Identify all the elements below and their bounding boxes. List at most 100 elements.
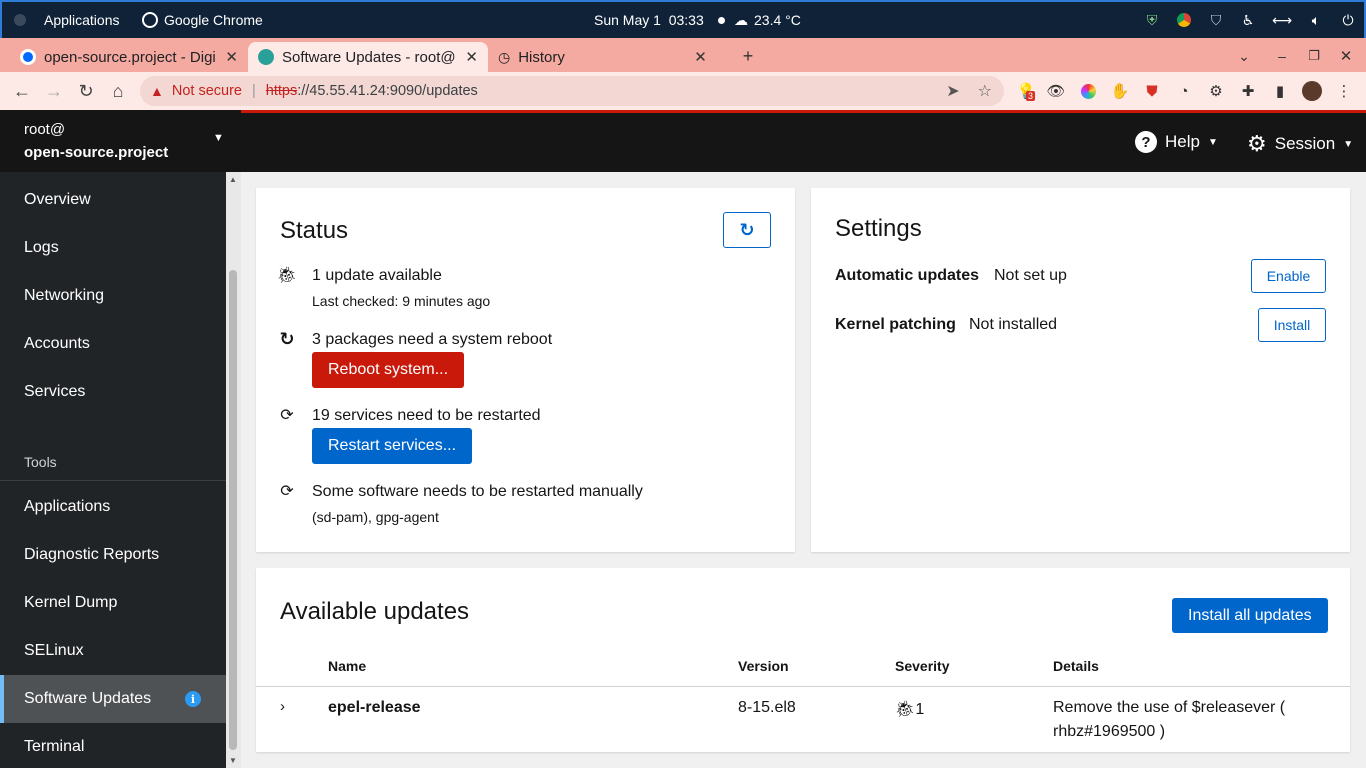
home-icon[interactable]: ⌂ [106, 79, 130, 103]
tab-software-updates[interactable]: Software Updates - root@ ✕ [248, 42, 488, 72]
install-button[interactable]: Install [1258, 308, 1326, 342]
chrome-tray-icon[interactable] [1176, 12, 1192, 28]
eye-extension-icon[interactable]: 👁 [1046, 81, 1066, 101]
maximize-icon[interactable]: ❐ [1304, 42, 1324, 70]
nav-divider [0, 480, 226, 481]
caret-down-icon: ▼ [1343, 138, 1354, 150]
host-name: open-source.project [24, 144, 169, 161]
network-icon[interactable]: ⟷ [1272, 12, 1292, 28]
settings-gear-extension-icon[interactable]: ⚙ [1206, 81, 1226, 101]
shield-icon[interactable]: ⛨ [1144, 12, 1160, 28]
new-tab-button[interactable]: + [736, 42, 760, 70]
cockpit-masthead: ? Help ▼ ⚙ Session ▼ [241, 113, 1366, 172]
kebab-menu-icon[interactable]: ⋮ [1334, 81, 1354, 101]
nav-item-overview[interactable]: Overview [0, 176, 226, 224]
manual-restart-text: Some software needs to be restarted manu… [312, 483, 643, 500]
bitwarden-icon[interactable]: ⛉ [1208, 12, 1224, 28]
settings-card: Settings Automatic updates Not set up En… [811, 188, 1350, 552]
tab-history[interactable]: ◷ History ✕ [488, 42, 726, 72]
package-severity: 🐞︎1 [895, 699, 924, 719]
scroll-up-arrow-icon[interactable]: ▲ [229, 175, 237, 184]
refresh-button[interactable]: ↻ [723, 212, 771, 248]
gear-icon: ⚙ [1247, 131, 1267, 156]
column-header-name[interactable]: Name [328, 658, 366, 674]
notification-dot-icon [717, 16, 725, 24]
severity-count: 1 [915, 701, 925, 718]
bug-icon: 🐞︎ [895, 701, 916, 718]
column-header-version[interactable]: Version [738, 658, 789, 674]
tab-search-chevron-icon[interactable]: ⌄ [1234, 42, 1254, 70]
package-name: epel-release [328, 699, 421, 716]
scrollbar-thumb[interactable] [229, 270, 237, 750]
reboot-system-button[interactable]: Reboot system... [312, 352, 465, 388]
address-bar[interactable]: ▲ Not secure | https://45.55.41.24:9090/… [140, 76, 1004, 106]
focused-app-indicator[interactable]: Google Chrome [142, 2, 263, 38]
nav-item-logs[interactable]: Logs [0, 224, 226, 272]
close-icon[interactable]: ✕ [465, 48, 478, 66]
extension-bulb-icon[interactable]: 💡3 [1016, 81, 1036, 101]
tab-open-source-project[interactable]: open-source.project - Digi ✕ [10, 42, 248, 72]
session-menu[interactable]: ⚙ Session ▼ [1247, 131, 1353, 157]
nav-item-services[interactable]: Services [0, 368, 226, 416]
nav-item-networking[interactable]: Networking [0, 272, 226, 320]
system-tray: ⛨ ⛉ ♿ ⟷ 🔈︎ ⏻ [1144, 2, 1356, 38]
nav-item-kernel-dump[interactable]: Kernel Dump [0, 579, 226, 627]
back-arrow-icon[interactable]: ← [10, 79, 34, 103]
help-menu[interactable]: ? Help ▼ [1135, 131, 1218, 153]
caret-down-icon: ▼ [1207, 136, 1218, 148]
restart-services-button[interactable]: Restart services... [312, 428, 473, 464]
puzzle-extensions-icon[interactable]: ✚ [1238, 81, 1258, 101]
column-header-severity[interactable]: Severity [895, 658, 949, 674]
tab-title: open-source.project - Digi [44, 48, 216, 66]
session-label: Session [1274, 134, 1336, 153]
accessibility-icon[interactable]: ♿ [1240, 12, 1256, 28]
color-picker-icon[interactable] [1078, 81, 1098, 101]
column-header-details[interactable]: Details [1053, 658, 1099, 674]
minimize-icon[interactable]: – [1272, 42, 1292, 70]
update-count-text: 1 update available [312, 267, 442, 284]
help-label: Help [1165, 132, 1200, 151]
sidebar-scrollbar[interactable]: ▲ ▼ [226, 172, 241, 768]
expand-chevron-icon[interactable]: › [280, 698, 285, 715]
volume-icon[interactable]: 🔈︎ [1308, 12, 1324, 28]
host-switcher[interactable]: root@ open-source.project ▼ [0, 110, 241, 172]
scroll-down-arrow-icon[interactable]: ▼ [229, 756, 237, 765]
nav-item-applications[interactable]: Applications [0, 483, 226, 531]
package-version: 8-15.el8 [738, 699, 796, 716]
cockpit-icon [258, 49, 274, 65]
weather-indicator[interactable]: ☁ 23.4 °C [734, 2, 801, 38]
nav-item-diagnostic-reports[interactable]: Diagnostic Reports [0, 531, 226, 579]
activities-menu[interactable]: Applications [14, 2, 120, 38]
nav-item-label: Software Updates [24, 690, 152, 707]
cloud-icon: ☁ [734, 11, 748, 28]
install-all-updates-button[interactable]: Install all updates [1172, 598, 1328, 633]
speed-gauge-icon[interactable]: ◔ [1174, 81, 1194, 101]
applications-label: Applications [44, 12, 120, 28]
send-icon[interactable]: ➤ [946, 81, 959, 101]
window-close-icon[interactable]: ✕ [1336, 42, 1356, 70]
clock[interactable]: Sun May 1 03:33 [594, 2, 725, 38]
caret-down-icon: ▼ [213, 132, 224, 144]
not-secure-label[interactable]: Not secure [172, 83, 242, 99]
ublock-shield-icon[interactable]: ⛊ [1142, 81, 1162, 101]
reload-icon[interactable]: ↻ [74, 79, 98, 103]
power-icon[interactable]: ⏻ [1340, 12, 1356, 28]
last-checked-text: Last checked: 9 minutes ago [312, 293, 491, 309]
nav-item-selinux[interactable]: SELinux [0, 627, 226, 675]
side-panel-icon[interactable]: ▮ [1270, 81, 1290, 101]
forward-arrow-icon[interactable]: → [42, 79, 66, 103]
host-user: root@ [24, 121, 66, 138]
gnome-extension-icon[interactable]: ✋ [1110, 81, 1130, 101]
weather-text: 23.4 °C [754, 12, 801, 28]
table-row[interactable]: › epel-release 8-15.el8 🐞︎1 Remove the u… [256, 687, 1350, 752]
close-icon[interactable]: ✕ [694, 48, 707, 66]
close-icon[interactable]: ✕ [225, 48, 238, 66]
nav-item-accounts[interactable]: Accounts [0, 320, 226, 368]
nav-item-terminal[interactable]: Terminal [0, 723, 226, 768]
profile-avatar[interactable] [1302, 81, 1322, 101]
kernel-patching-value: Not installed [969, 316, 1058, 333]
reboot-needed-text: 3 packages need a system reboot [312, 331, 553, 348]
enable-button[interactable]: Enable [1251, 259, 1326, 293]
bookmark-star-icon[interactable]: ☆ [978, 81, 992, 101]
tab-title: History [518, 48, 565, 66]
